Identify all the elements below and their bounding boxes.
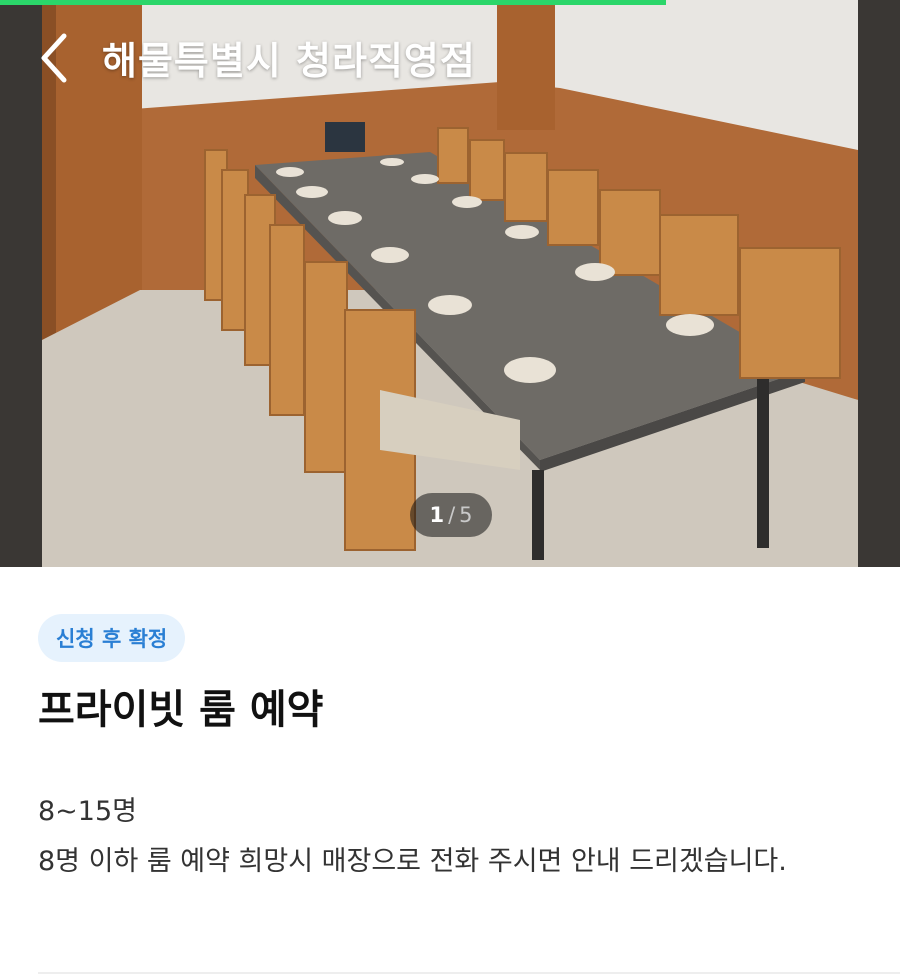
chevron-left-icon bbox=[41, 33, 67, 83]
image-counter-current: 1 bbox=[429, 503, 445, 527]
room-name: 프라이빗 룸 예약 bbox=[38, 687, 324, 733]
back-button[interactable] bbox=[30, 32, 78, 84]
confirmation-badge: 신청 후 확정 bbox=[38, 614, 186, 662]
room-details: 신청 후 확정 프라이빗 룸 예약 8~15명 8명 이하 룸 예약 희망시 매… bbox=[0, 567, 900, 976]
room-description: 8명 이하 룸 예약 희망시 매장으로 전화 주시면 안내 드리겠습니다. bbox=[38, 846, 787, 877]
image-counter-total: 5 bbox=[459, 503, 473, 527]
section-divider bbox=[38, 972, 900, 974]
image-counter: 1 / 5 bbox=[410, 493, 492, 537]
image-counter-separator: / bbox=[448, 503, 456, 527]
room-capacity: 8~15명 bbox=[38, 796, 137, 827]
top-bar: 해물특별시 청라직영점 bbox=[0, 0, 900, 120]
page-title: 해물특별시 청라직영점 bbox=[102, 39, 476, 83]
